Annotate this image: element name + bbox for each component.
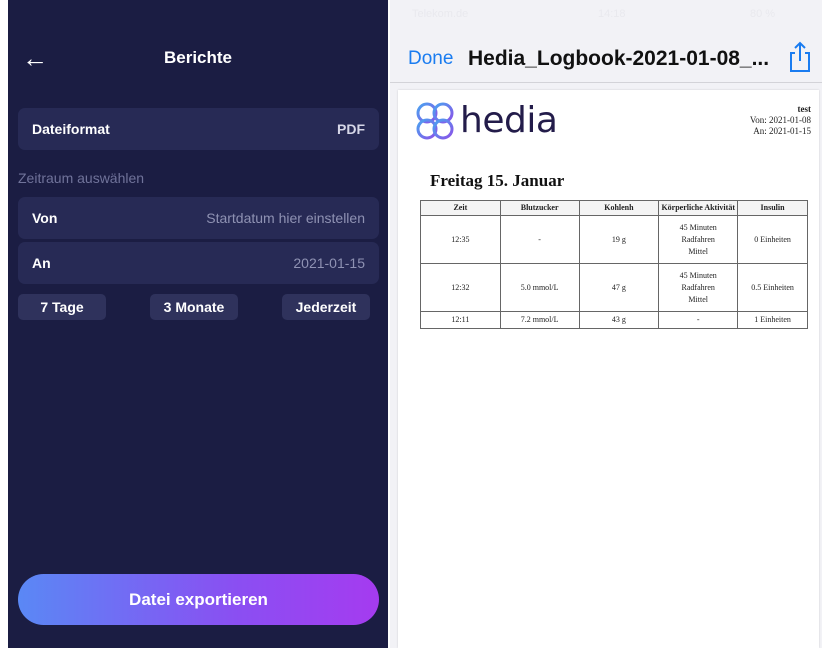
carrier-text: Telekom.de (412, 8, 469, 20)
file-format-row[interactable]: Dateiformat PDF (18, 108, 379, 150)
file-format-value: PDF (337, 121, 365, 137)
hedia-logo: hedia (412, 98, 572, 146)
cell-insulin: 0.5 Einheiten (737, 263, 808, 312)
cell-insulin: 0 Einheiten (737, 215, 808, 264)
table-row: 12:35 - 19 g 45 Minuten Radfahren Mittel… (420, 215, 808, 264)
cell-carbs: 43 g (578, 311, 660, 329)
column-header: Körperliche Aktivität (658, 200, 739, 216)
hedia-logo-icon (416, 102, 454, 140)
activity-type: Radfahren (681, 234, 715, 244)
to-value: 2021-01-15 (293, 255, 365, 271)
from-label: Von (32, 210, 58, 226)
clock-text: 14:18 (598, 8, 626, 20)
to-date-field[interactable]: An 2021-01-15 (18, 242, 379, 284)
cell-time: 12:32 (420, 263, 501, 312)
export-file-button[interactable]: Datei exportieren (18, 574, 379, 625)
activity-duration: 45 Minuten (679, 270, 717, 280)
cell-blood-sugar: 7.2 mmol/L (499, 311, 580, 329)
range-section-label: Zeitraum auswählen (18, 170, 145, 186)
cell-activity: 45 Minuten Radfahren Mittel (658, 215, 739, 264)
preset-3-months-button[interactable]: 3 Monate (150, 294, 238, 320)
activity-intensity: Mittel (688, 246, 708, 256)
share-icon (790, 41, 810, 72)
cell-carbs: 19 g (578, 215, 660, 264)
cell-time: 12:35 (420, 215, 501, 264)
viewer-navbar: Done Hedia_Logbook-2021-01-08_... (390, 30, 822, 82)
table-header-row: Zeit Blutzucker Kohlenh Körperliche Akti… (420, 200, 808, 216)
report-user: test (797, 104, 812, 114)
column-header: Kohlenh (578, 200, 660, 216)
hedia-wordmark: hedia (460, 100, 558, 141)
reports-screen: ← Berichte Dateiformat PDF Zeitraum ausw… (8, 0, 388, 648)
cell-blood-sugar: - (499, 215, 580, 264)
cell-blood-sugar: 5.0 mmol/L (499, 263, 580, 312)
to-label: An (32, 255, 51, 271)
logbook-table: Zeit Blutzucker Kohlenh Körperliche Akti… (420, 200, 808, 329)
pdf-page: hedia test Von: 2021-01-08 An: 2021-01-1… (398, 90, 819, 648)
activity-duration: 45 Minuten (679, 222, 717, 232)
status-bar: Telekom.de 14:18 80 % (390, 0, 822, 26)
from-placeholder: Startdatum hier einstellen (206, 210, 365, 226)
done-button[interactable]: Done (408, 48, 453, 70)
column-header: Zeit (420, 200, 501, 216)
navbar-divider (390, 82, 822, 83)
cell-time: 12:11 (420, 311, 501, 329)
preset-7-days-button[interactable]: 7 Tage (18, 294, 106, 320)
from-date-field[interactable]: Von Startdatum hier einstellen (18, 197, 379, 239)
preset-anytime-button[interactable]: Jederzeit (282, 294, 370, 320)
cell-carbs: 47 g (578, 263, 660, 312)
report-meta: test Von: 2021-01-08 An: 2021-01-15 (750, 104, 811, 137)
column-header: Insulin (737, 200, 808, 216)
cell-activity: 45 Minuten Radfahren Mittel (658, 263, 739, 312)
report-from-date: Von: 2021-01-08 (749, 115, 811, 125)
document-title: Hedia_Logbook-2021-01-08_... (468, 47, 768, 70)
arrow-left-icon: ← (22, 43, 48, 73)
battery-text: 80 % (750, 8, 776, 20)
table-row: 12:11 7.2 mmol/L 43 g - 1 Einheiten (420, 311, 808, 329)
share-button[interactable] (786, 40, 814, 74)
column-header: Blutzucker (499, 200, 580, 216)
cell-insulin: 1 Einheiten (737, 311, 808, 329)
activity-intensity: Mittel (688, 294, 708, 304)
back-button[interactable]: ← (20, 44, 50, 74)
table-row: 12:32 5.0 mmol/L 47 g 45 Minuten Radfahr… (420, 263, 808, 312)
reports-header: ← Berichte (8, 36, 388, 84)
activity-type: Radfahren (681, 282, 715, 292)
document-viewer: Telekom.de 14:18 80 % Done Hedia_Logbook… (390, 0, 822, 648)
report-to-date: An: 2021-01-15 (753, 126, 811, 136)
file-format-label: Dateiformat (32, 121, 110, 137)
cell-activity: - (658, 311, 739, 329)
page-title: Berichte (163, 48, 233, 67)
day-heading: Freitag 15. Januar (430, 171, 565, 190)
